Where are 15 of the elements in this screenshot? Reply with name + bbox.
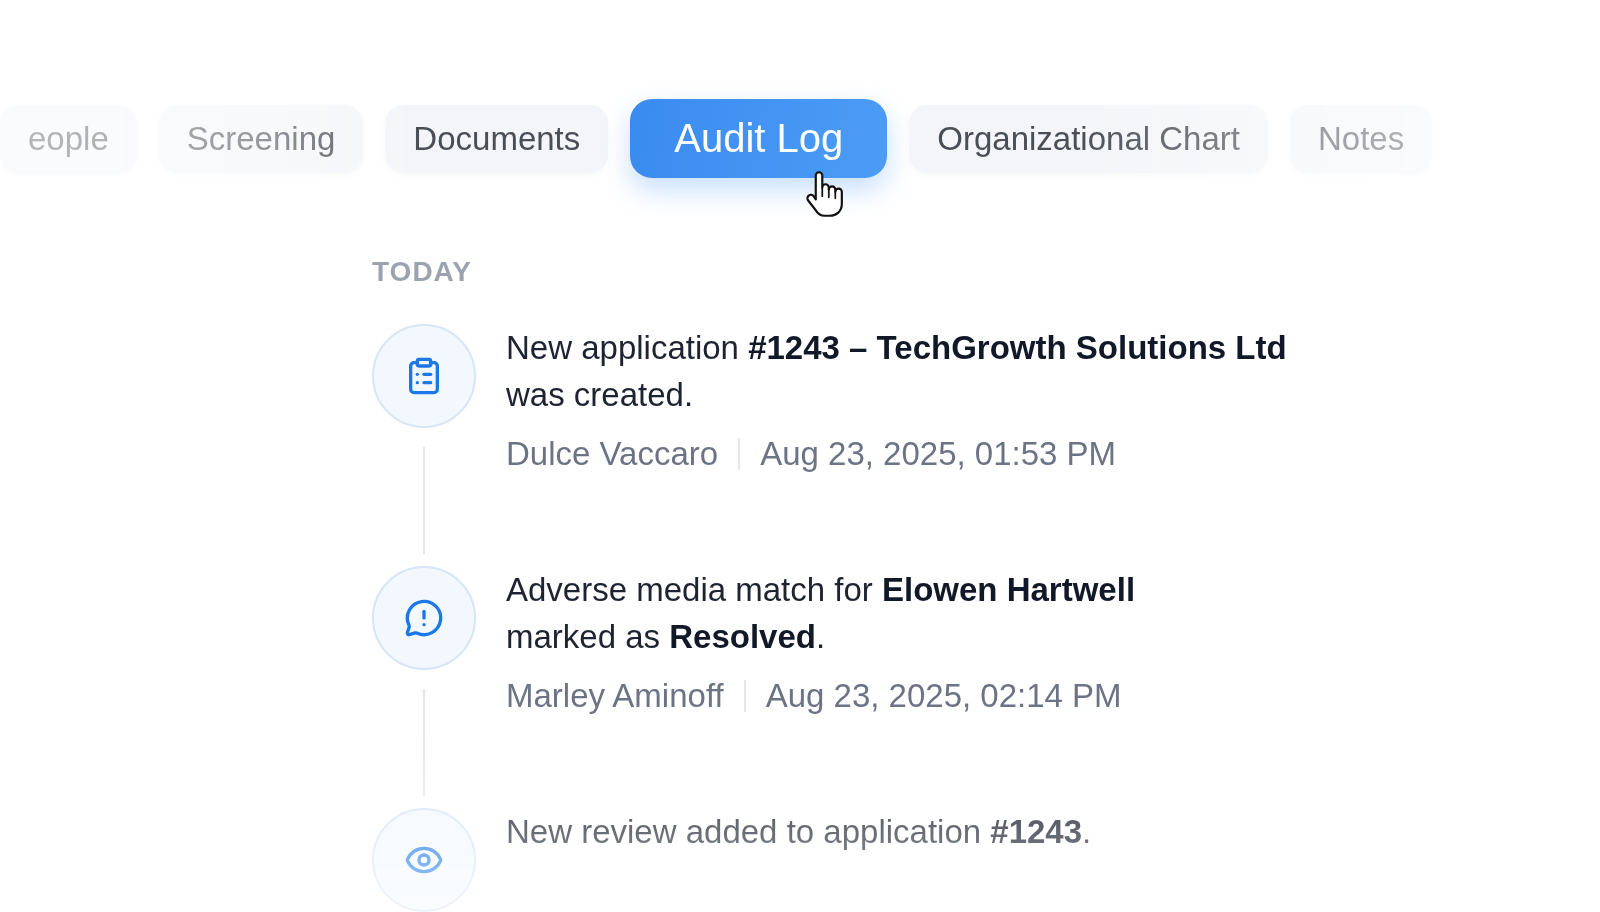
tab[interactable]: Screening — [158, 104, 364, 173]
hand-cursor-icon — [806, 170, 844, 218]
group-heading: TODAY — [372, 256, 472, 288]
timestamp: Aug 23, 2025, 02:14 PM — [765, 676, 1122, 716]
tab[interactable]: Notes — [1289, 104, 1433, 173]
author-name: Marley Aminoff — [506, 676, 724, 716]
author-name: Dulce Vaccaro — [506, 434, 719, 474]
log-message: New application #1243 – TechGrowth Solutions Ltd was created. — [506, 328, 1287, 415]
tab[interactable]: Documents — [385, 104, 609, 173]
log-message: Adverse media match for Elowen Hartwell marked as Resolved. — [506, 570, 1136, 657]
tab[interactable]: eople — [0, 104, 137, 173]
tab[interactable]: Organizational Chart — [909, 104, 1268, 173]
log-message: New review added to application #1243. — [506, 812, 1092, 852]
timestamp: Aug 23, 2025, 01:53 PM — [760, 434, 1117, 474]
tab[interactable]: Audit Log — [630, 99, 888, 178]
